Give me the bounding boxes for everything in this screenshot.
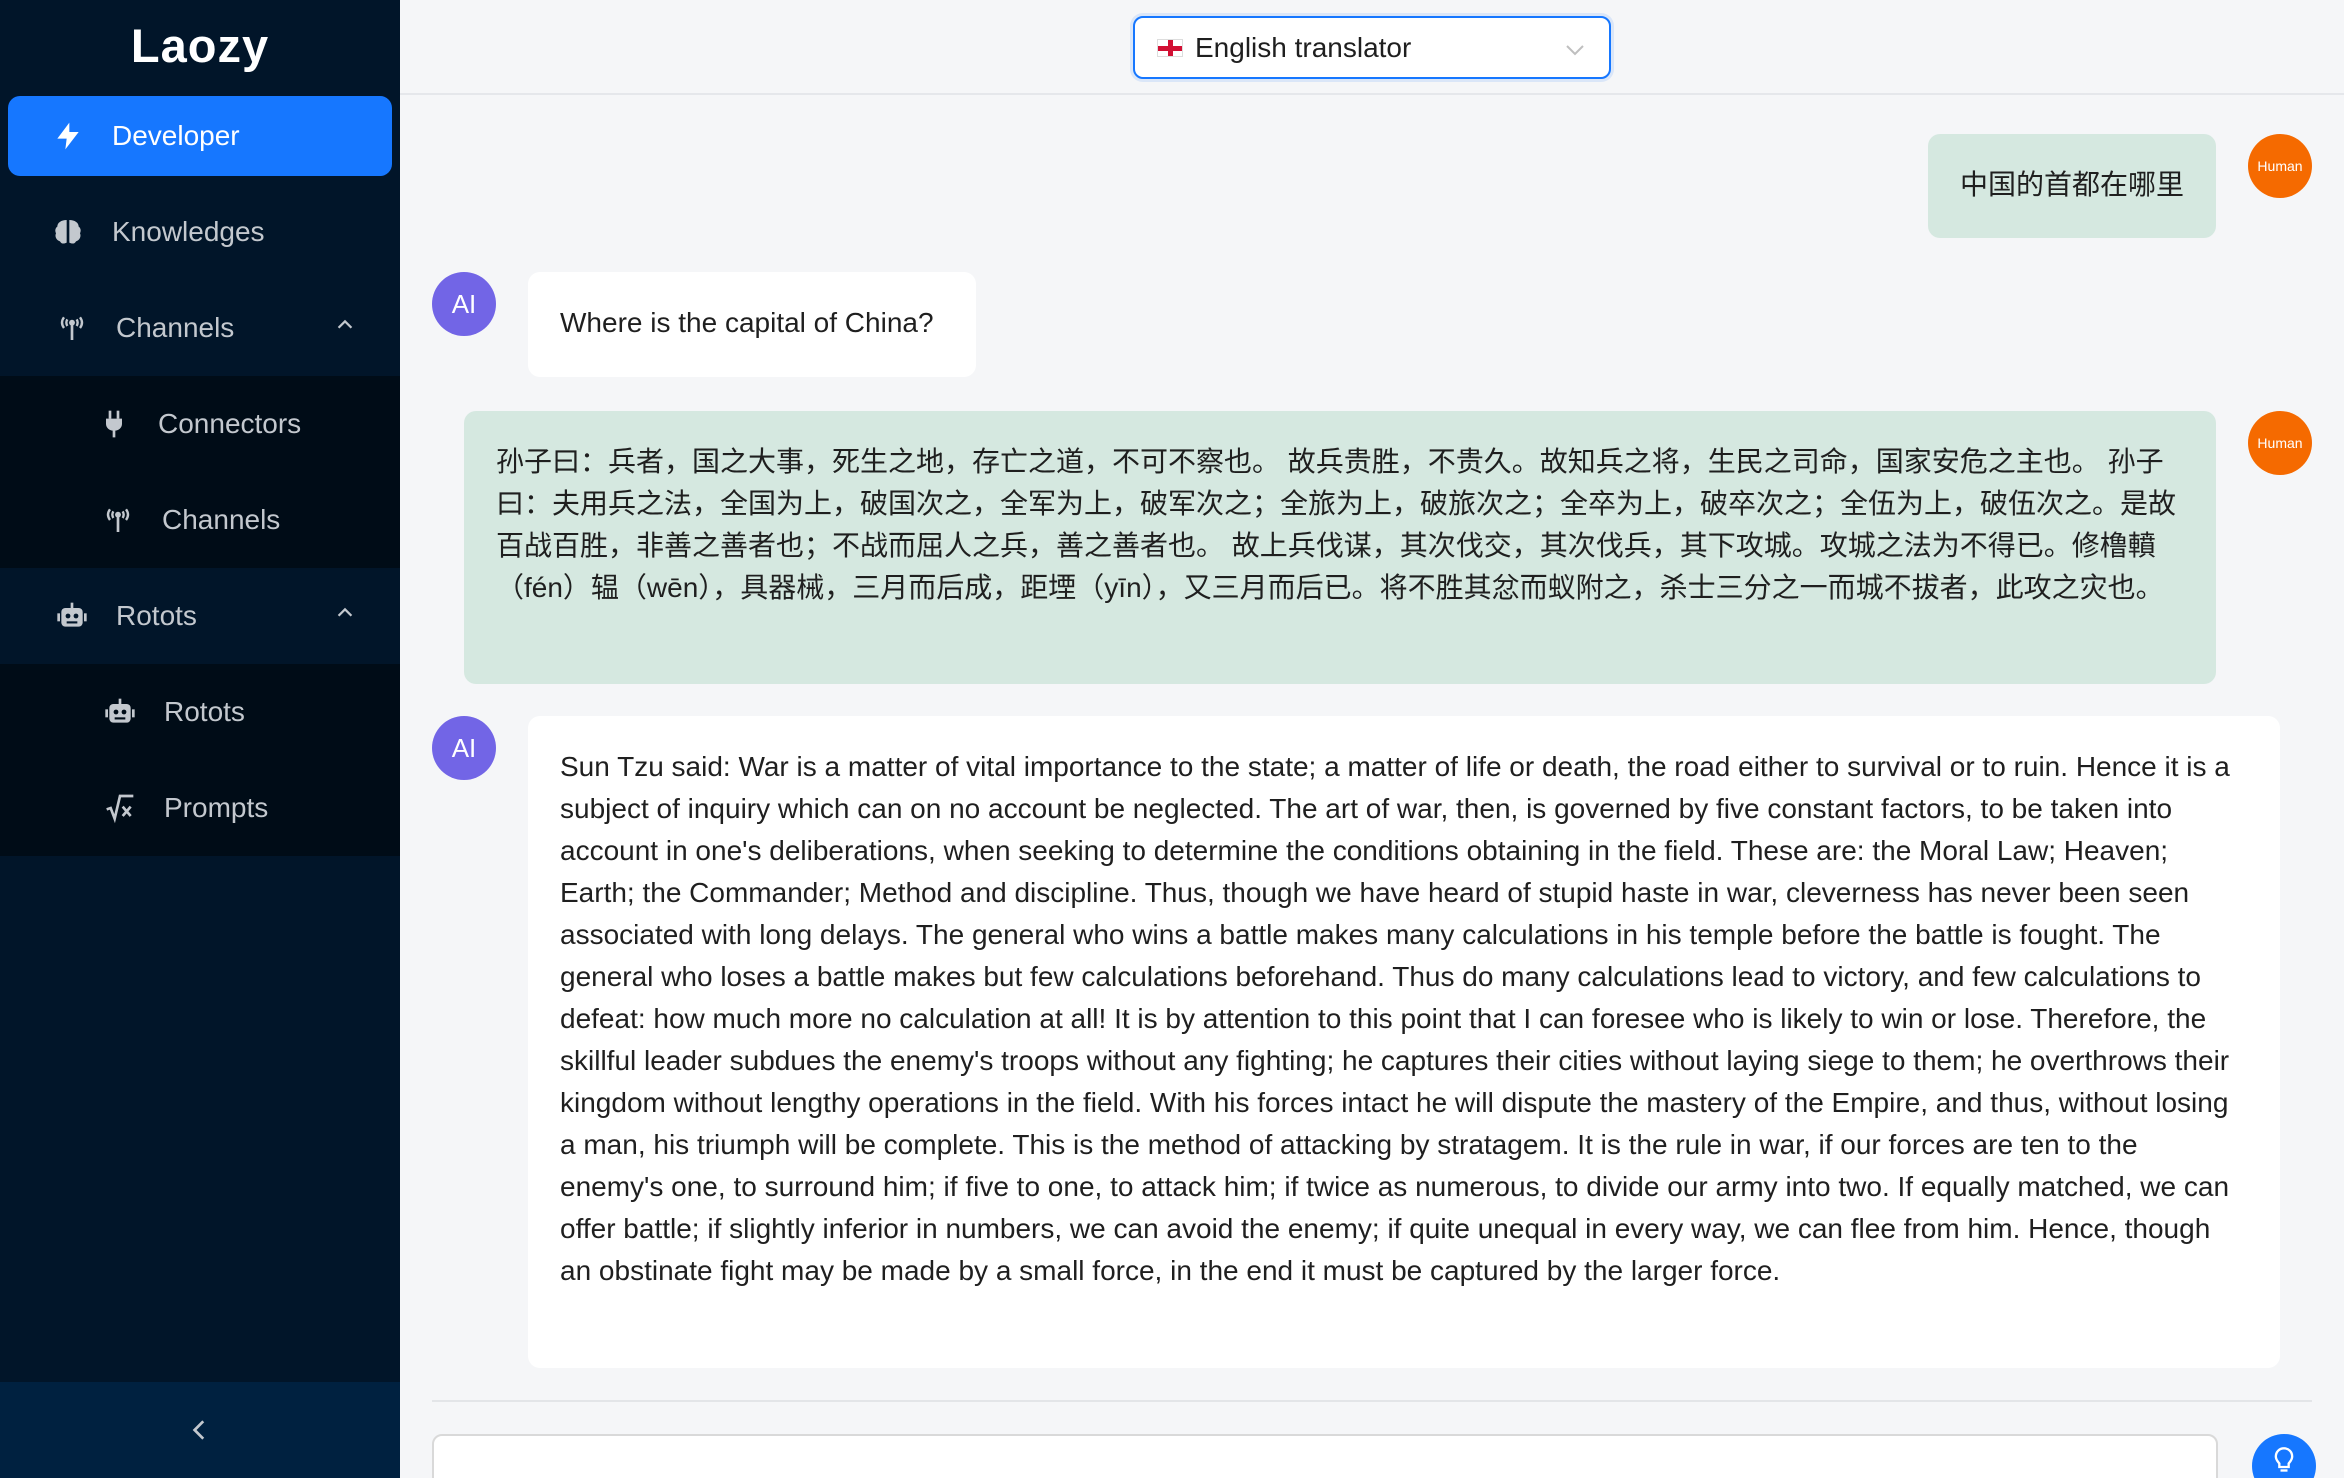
function-icon [100, 792, 140, 824]
sidebar-item-label: Connectors [158, 408, 302, 439]
message-text: Sun Tzu said: War is a matter of vital i… [560, 751, 2230, 1286]
collapse-sidebar-button[interactable] [0, 1382, 400, 1478]
sidebar-item-label: Developer [112, 120, 240, 151]
message-text: Where is the capital of China? [560, 307, 934, 338]
main-panel: English translator 中国的首都在哪里 Human AI Whe… [400, 0, 2344, 1478]
translator-select[interactable]: English translator [1133, 16, 1611, 79]
human-message-bubble: 孙子曰：兵者，国之大事，死生之地，存亡之道，不可不察也。 故兵贵胜，不贵久。故知… [464, 411, 2216, 684]
sidebar-item-knowledges[interactable]: Knowledges [0, 184, 400, 280]
robot-icon [52, 600, 92, 632]
sidebar-item-rotots[interactable]: Rotots [0, 568, 400, 664]
sidebar-item-connectors[interactable]: Connectors [0, 376, 400, 472]
chevron-up-icon[interactable] [334, 602, 356, 624]
sidebar-item-channels[interactable]: Channels [0, 280, 400, 376]
composer-divider [432, 1400, 2312, 1402]
plug-icon [94, 408, 134, 440]
robot-icon [100, 696, 140, 728]
sidebar-item-label: Knowledges [112, 216, 265, 247]
lightbulb-icon [2274, 1447, 2294, 1472]
send-button[interactable] [2252, 1434, 2316, 1478]
sidebar-item-label: Rotots [164, 696, 245, 727]
human-avatar: Human [2248, 134, 2312, 198]
england-flag-icon [1157, 38, 1183, 57]
bolt-icon [48, 120, 88, 152]
sidebar-item-label: Channels [162, 504, 281, 535]
translator-select-value: English translator [1195, 31, 1412, 63]
sidebar-item-developer[interactable]: Developer [8, 96, 392, 176]
message-text: 中国的首都在哪里 [1960, 169, 2185, 200]
sidebar-item-label: Rotots [116, 600, 197, 631]
ai-avatar: AI [432, 272, 496, 336]
ai-message-bubble: Sun Tzu said: War is a matter of vital i… [528, 716, 2280, 1368]
sidebar-item-rotots-sub[interactable]: Rotots [0, 664, 400, 760]
chevron-up-icon[interactable] [334, 314, 356, 336]
sidebar: Laozy Developer Knowledges Channels Conn… [0, 0, 400, 1478]
antenna-icon [52, 312, 92, 344]
sidebar-item-prompts[interactable]: Prompts [0, 760, 400, 856]
chevron-down-icon [1566, 45, 1584, 56]
brain-icon [48, 216, 88, 248]
antenna-icon [98, 504, 138, 536]
message-input[interactable] [432, 1434, 2218, 1478]
app-logo: Laozy [130, 18, 270, 72]
ai-avatar: AI [432, 716, 496, 780]
human-avatar: Human [2248, 411, 2312, 475]
top-bar: English translator [400, 0, 2344, 95]
sidebar-item-label: Prompts [164, 792, 269, 823]
message-text: 孙子曰：兵者，国之大事，死生之地，存亡之道，不可不察也。 故兵贵胜，不贵久。故知… [496, 446, 2177, 603]
chevron-left-icon [192, 1420, 205, 1440]
human-message-bubble: 中国的首都在哪里 [1928, 134, 2216, 238]
ai-message-bubble: Where is the capital of China? [528, 272, 976, 377]
sidebar-item-channels-sub[interactable]: Channels [0, 472, 400, 568]
sidebar-item-label: Channels [116, 312, 235, 343]
